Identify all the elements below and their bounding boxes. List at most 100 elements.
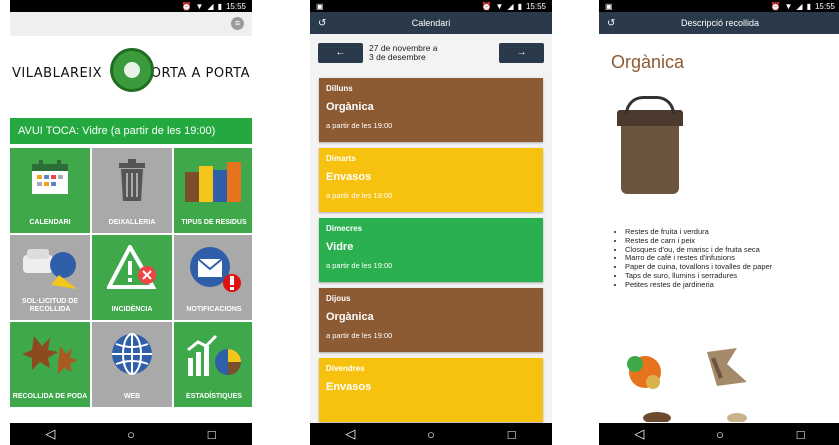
tile-web[interactable]: WEB <box>92 322 172 407</box>
tile-label: RECOLLIDA DE PODA <box>12 393 88 400</box>
recents-nav-icon[interactable]: □ <box>786 427 816 442</box>
status-time: 15:55 <box>225 1 246 11</box>
recents-nav-icon[interactable]: □ <box>197 427 227 442</box>
brand-right: PORTA A PORTA <box>142 65 250 81</box>
waste-heading: Orgànica <box>611 52 685 72</box>
back-icon[interactable]: ↺ <box>318 18 326 29</box>
day-name: Dijous <box>326 294 351 303</box>
menu-icon[interactable]: ≡ <box>231 17 244 30</box>
status-bar: ⏰ ▼ ◢ ▮ 15:55 <box>10 0 252 12</box>
pickup-time: a partir de les 19:00 <box>326 121 393 130</box>
prev-week-button[interactable]: ← <box>318 43 363 63</box>
day-name: Dilluns <box>326 84 353 93</box>
android-nav-bar: ◁ ○ □ <box>599 423 839 445</box>
calendar-body: ← 27 de novembre a 3 de desembre → Dillu… <box>310 34 552 434</box>
day-name: Divendres <box>326 364 365 373</box>
week-selector: ← 27 de novembre a 3 de desembre → <box>310 34 552 72</box>
signal-icon: ◢ <box>207 1 214 11</box>
calendar-icon <box>32 160 68 194</box>
calendar-screen: ▣ ⏰ ▼ ◢ ▮ 15:55 ↺ Calendari ← 27 de nove… <box>310 0 552 445</box>
description-screen: ▣ ⏰ ▼ ◢ ▮ 15:55 ↺ Descripció recollida O… <box>599 0 839 445</box>
tile-label: NOTIFICACIONS <box>186 306 242 313</box>
tile-deixalleria[interactable]: DEIXALLERIA <box>92 148 172 233</box>
waste-type: Envasos <box>326 171 372 183</box>
tile-recollida-poda[interactable]: RECOLLIDA DE PODA <box>10 322 90 407</box>
waste-type: Vidre <box>326 241 354 253</box>
recycle-logo-icon <box>110 48 154 92</box>
back-nav-icon[interactable]: ◁ <box>624 426 654 442</box>
pickup-time: a partir de les 19:00 <box>326 331 393 340</box>
status-time: 15:55 <box>814 1 835 11</box>
tile-estadistiques[interactable]: ESTADÍSTIQUES <box>174 322 252 407</box>
battery-icon: ▮ <box>517 1 522 11</box>
alarm-icon: ⏰ <box>770 1 781 11</box>
app-bar: ↺ Descripció recollida <box>599 12 839 34</box>
tile-sollicitud-recollida[interactable]: SOL·LICITUD DE RECOLLIDA <box>10 235 90 320</box>
alarm-icon: ⏰ <box>481 1 492 11</box>
items-list: Restes de fruita i verdura Restes de car… <box>619 227 772 290</box>
battery-icon: ▮ <box>217 1 222 11</box>
day-name: Dimecres <box>326 224 363 233</box>
waste-type: Orgànica <box>326 311 374 323</box>
back-nav-icon[interactable]: ◁ <box>335 426 365 442</box>
notification-icon: ▣ <box>605 1 613 11</box>
home-nav-icon[interactable]: ○ <box>416 427 446 442</box>
home-screen: ⏰ ▼ ◢ ▮ 15:55 ≡ VILABLAREIX PORTA A PORT… <box>10 0 252 445</box>
status-time: 15:55 <box>525 1 546 11</box>
battery-icon: ▮ <box>806 1 811 11</box>
day-name: Dimarts <box>326 154 356 163</box>
app-logo: VILABLAREIX PORTA A PORTA <box>10 36 252 110</box>
signal-icon: ◢ <box>796 1 803 11</box>
week-range: 27 de novembre a 3 de desembre <box>363 44 499 62</box>
notification-icon: ▣ <box>316 1 324 11</box>
wifi-icon: ▼ <box>495 1 504 11</box>
status-bar: ▣ ⏰ ▼ ◢ ▮ 15:55 <box>310 0 552 12</box>
back-nav-icon[interactable]: ◁ <box>35 426 65 442</box>
stats-icon <box>187 334 241 376</box>
bins-icon <box>185 162 241 202</box>
tile-calendari[interactable]: CALENDARI <box>10 148 90 233</box>
waste-type: Orgànica <box>326 101 374 113</box>
day-card[interactable]: Dimarts Envasos a partir de les 19:00 <box>319 148 543 212</box>
trash-can-icon <box>119 159 145 201</box>
leaf-icon <box>22 336 78 374</box>
today-banner: AVUI TOCA: Vidre (a partir de les 19:00) <box>10 118 252 144</box>
recents-nav-icon[interactable]: □ <box>497 427 527 442</box>
tile-notificacions[interactable]: NOTIFICACIONS <box>174 235 252 320</box>
tile-tipus-de-residus[interactable]: TIPUS DE RESIDUS <box>174 148 252 233</box>
day-card[interactable]: Dijous Orgànica a partir de les 19:00 <box>319 288 543 352</box>
pickup-time: a partir de les 19:00 <box>326 261 393 270</box>
menu-grid: CALENDARI DEIXALLERIA TIPUS DE RESIDUS S… <box>10 148 252 407</box>
signal-icon: ◢ <box>507 1 514 11</box>
app-bar: ↺ Calendari <box>310 12 552 34</box>
top-bar: ≡ <box>10 12 252 36</box>
android-nav-bar: ◁ ○ □ <box>10 423 252 445</box>
waste-type: Envasos <box>326 381 372 393</box>
tile-label: DEIXALLERIA <box>108 219 156 226</box>
home-nav-icon[interactable]: ○ <box>116 427 146 442</box>
home-nav-icon[interactable]: ○ <box>705 427 735 442</box>
sofa-truck-icon <box>23 249 77 289</box>
wifi-icon: ▼ <box>784 1 793 11</box>
screen-title: Descripció recollida <box>680 18 760 28</box>
tile-incidencia[interactable]: INCIDÈNCIA <box>92 235 172 320</box>
alarm-icon: ⏰ <box>181 1 192 11</box>
day-card[interactable]: Dimecres Vidre a partir de les 19:00 <box>319 218 543 282</box>
status-bar: ▣ ⏰ ▼ ◢ ▮ 15:55 <box>599 0 839 12</box>
wifi-icon: ▼ <box>195 1 204 11</box>
tile-label: WEB <box>123 393 141 400</box>
screen-title: Calendari <box>411 18 451 28</box>
day-card[interactable]: Divendres Envasos <box>319 358 543 422</box>
organic-bin-image <box>617 96 683 196</box>
organic-waste-image <box>627 348 747 422</box>
tile-label: TIPUS DE RESIDUS <box>181 219 247 226</box>
brand-left: VILABLAREIX <box>12 65 102 81</box>
back-icon[interactable]: ↺ <box>607 18 615 29</box>
envelope-icon <box>190 247 241 292</box>
week-range-line2: 3 de desembre <box>369 52 426 62</box>
tile-label: CALENDARI <box>29 219 71 226</box>
list-item: Petites restes de jardineria <box>625 280 772 290</box>
tile-label: INCIDÈNCIA <box>111 306 153 313</box>
day-card[interactable]: Dilluns Orgànica a partir de les 19:00 <box>319 78 543 142</box>
next-week-button[interactable]: → <box>499 43 544 63</box>
